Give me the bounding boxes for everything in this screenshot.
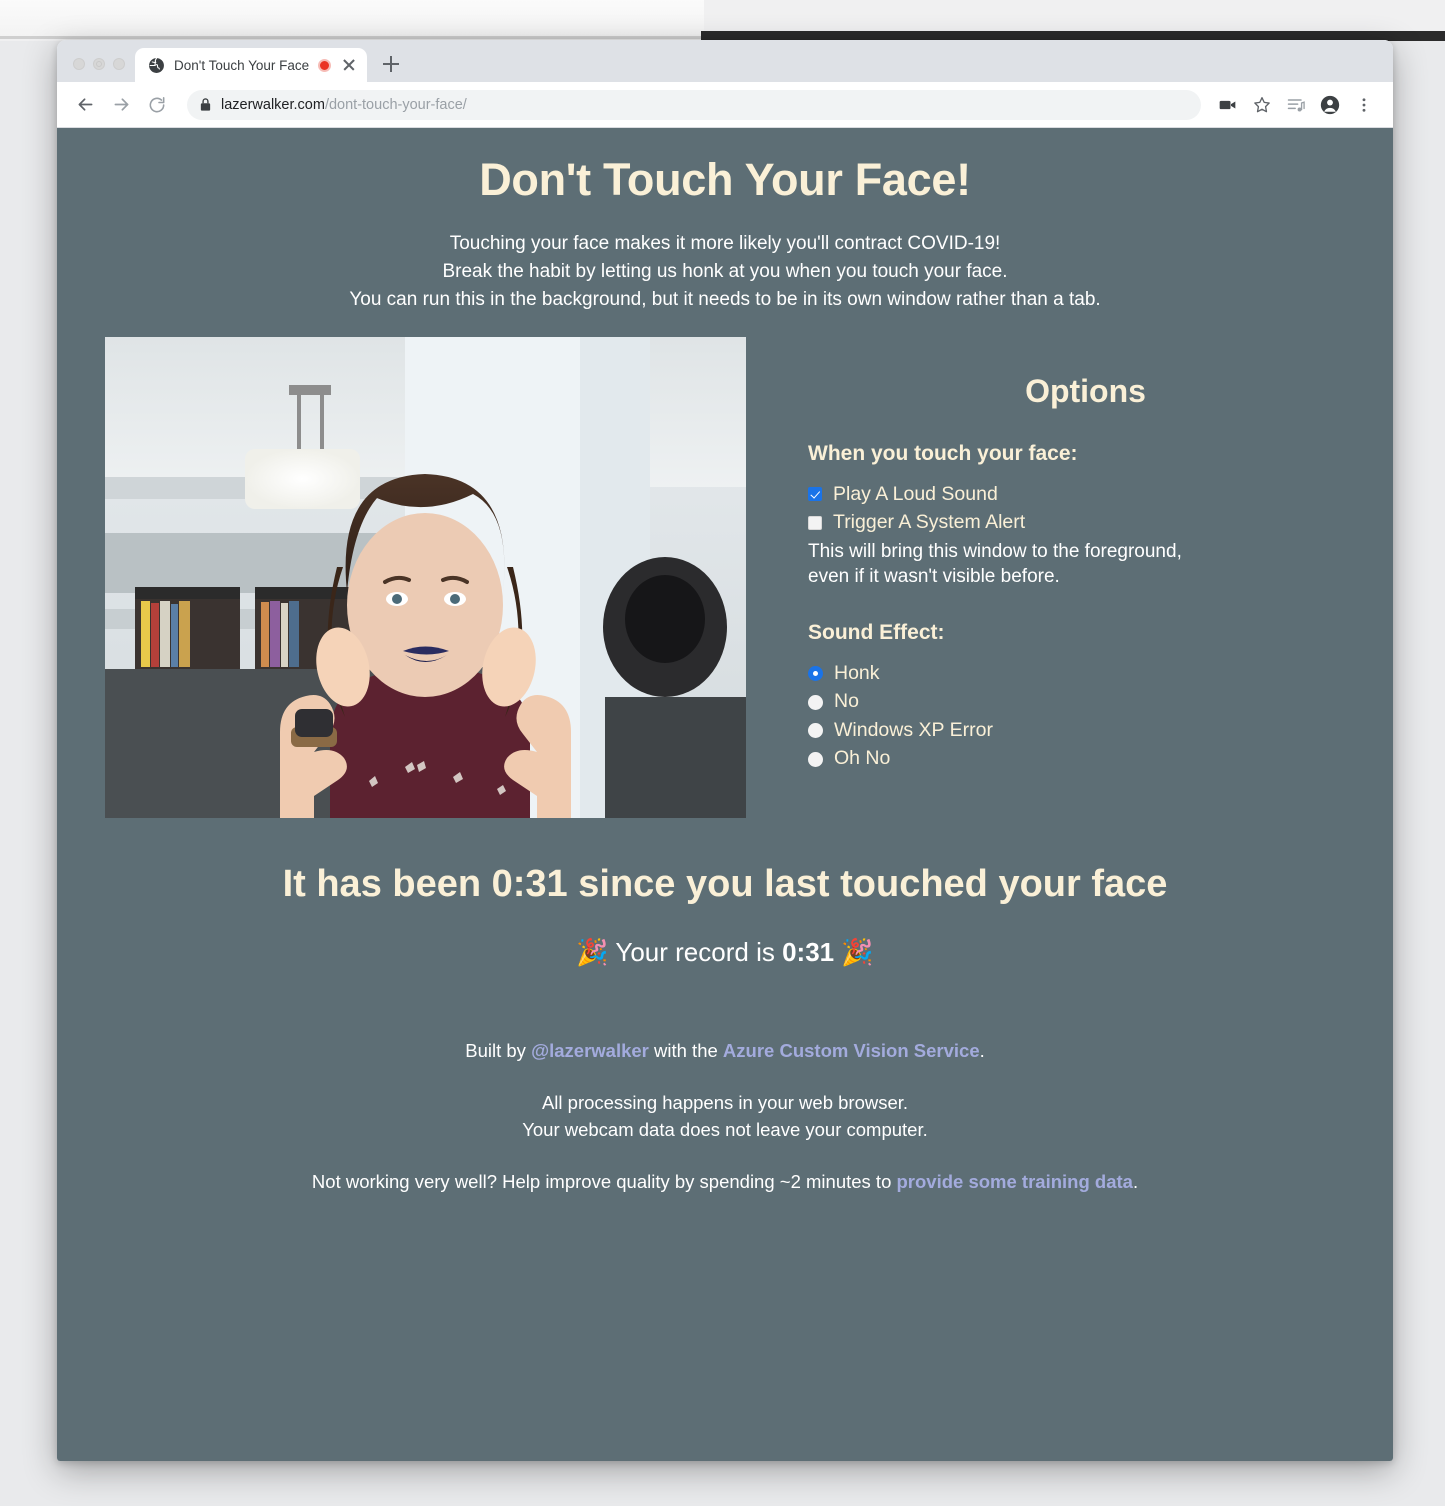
page-footer: Built by @lazerwalker with the Azure Cus… bbox=[57, 1038, 1393, 1195]
training-suffix: . bbox=[1132, 1170, 1139, 1192]
url-path: /dont-touch-your-face/ bbox=[324, 96, 467, 113]
privacy-line-2: Your webcam data does not leave your com… bbox=[522, 1118, 928, 1140]
close-window-button[interactable] bbox=[73, 58, 85, 70]
globe-icon bbox=[149, 57, 164, 73]
radio-label-honk: Honk bbox=[834, 662, 880, 685]
radio-label-windows-xp-error: Windows XP Error bbox=[834, 718, 993, 741]
options-heading: Options bbox=[1025, 372, 1146, 409]
credits-suffix: . bbox=[979, 1040, 985, 1062]
sound-effect-heading: Sound Effect: bbox=[808, 621, 945, 645]
touch-action-heading: When you touch your face: bbox=[808, 441, 1078, 465]
system-alert-note: This will bring this window to the foreg… bbox=[808, 541, 1182, 587]
options-column: Options When you touch your face: Play A… bbox=[746, 337, 1393, 777]
credits-prefix: Built by bbox=[465, 1040, 532, 1062]
privacy-line-1: All processing happens in your web brows… bbox=[541, 1092, 909, 1114]
maximize-window-button[interactable] bbox=[113, 58, 125, 70]
intro-line-3: You can run this in the background, but … bbox=[349, 288, 1101, 310]
radio-row-honk[interactable]: Honk bbox=[808, 662, 1363, 685]
training-prefix: Not working very well? Help improve qual… bbox=[311, 1170, 897, 1192]
intro-text: Touching your face makes it more likely … bbox=[57, 230, 1393, 314]
minimize-window-button[interactable] bbox=[93, 58, 105, 70]
sound-effect-radio-list: Honk No Windows XP Error Oh No bbox=[808, 662, 1363, 770]
reload-button[interactable] bbox=[141, 89, 173, 121]
browser-tab[interactable]: Don't Touch Your Face bbox=[135, 48, 368, 82]
back-button[interactable] bbox=[69, 89, 101, 121]
camera-glyph-icon bbox=[1219, 100, 1236, 109]
new-tab-button[interactable] bbox=[376, 49, 406, 79]
background-window-titlebar bbox=[0, 0, 704, 39]
radio-row-no[interactable]: No bbox=[808, 691, 1363, 712]
page-content: Don't Touch Your Face! Touching your fac… bbox=[57, 128, 1393, 1461]
radio-row-oh-no[interactable]: Oh No bbox=[808, 747, 1363, 770]
training-data-link[interactable]: provide some training data bbox=[897, 1171, 1133, 1192]
lock-icon bbox=[200, 98, 211, 111]
record-prefix: Your record is bbox=[615, 937, 783, 968]
radio-label-no: No bbox=[834, 690, 859, 713]
radio-windows-xp-error[interactable] bbox=[808, 723, 823, 739]
recording-dot-icon[interactable] bbox=[318, 58, 332, 72]
tab-title: Don't Touch Your Face bbox=[174, 57, 310, 73]
url-text: lazerwalker.com/dont-touch-your-face/ bbox=[221, 97, 467, 113]
browser-window: Don't Touch Your Face lazerwalker.com/do… bbox=[57, 40, 1393, 1461]
media-list-glyph-icon bbox=[1287, 98, 1305, 111]
star-glyph-icon bbox=[1254, 96, 1270, 112]
camera-icon[interactable] bbox=[1213, 90, 1243, 120]
credits-middle: with the bbox=[648, 1040, 723, 1062]
reload-icon bbox=[149, 96, 165, 112]
checkbox-label-play-loud-sound: Play A Loud Sound bbox=[833, 482, 998, 505]
arrow-right-icon bbox=[114, 98, 128, 111]
party-popper-icon-left: 🎉 bbox=[576, 937, 609, 968]
kebab-menu-icon[interactable] bbox=[1349, 90, 1379, 120]
checkbox-label-trigger-system-alert: Trigger A System Alert bbox=[833, 510, 1026, 533]
tab-strip: Don't Touch Your Face bbox=[57, 40, 1393, 82]
checkbox-row-system-alert[interactable]: Trigger A System Alert bbox=[808, 510, 1363, 533]
kebab-glyph-icon bbox=[1362, 97, 1366, 112]
action-checkbox-list: Play A Loud Sound Trigger A System Alert bbox=[808, 482, 1363, 534]
timer-headline: It has been 0:31 since you last touched … bbox=[57, 862, 1393, 908]
media-list-icon[interactable] bbox=[1281, 90, 1311, 120]
webcam-video-feed[interactable] bbox=[105, 336, 746, 818]
footer-spacer-1 bbox=[57, 1065, 1393, 1090]
address-bar[interactable]: lazerwalker.com/dont-touch-your-face/ bbox=[187, 89, 1201, 120]
main-columns: Options When you touch your face: Play A… bbox=[57, 336, 1393, 818]
browser-toolbar: lazerwalker.com/dont-touch-your-face/ bbox=[57, 82, 1393, 128]
credits-line: Built by @lazerwalker with the Azure Cus… bbox=[57, 1038, 1393, 1065]
desktop: Don't Touch Your Face lazerwalker.com/do… bbox=[0, 0, 1445, 1506]
radio-row-windows-xp-error[interactable]: Windows XP Error bbox=[808, 718, 1363, 741]
bookmark-star-icon[interactable] bbox=[1247, 90, 1277, 120]
radio-honk[interactable] bbox=[808, 666, 823, 682]
avatar-glyph-icon bbox=[1320, 95, 1340, 114]
record-value: 0:31 bbox=[782, 937, 835, 968]
footer-spacer-2 bbox=[57, 1144, 1393, 1169]
checkbox-play-loud-sound[interactable] bbox=[808, 487, 822, 502]
radio-no[interactable] bbox=[808, 694, 823, 710]
azure-service-link[interactable]: Azure Custom Vision Service bbox=[723, 1040, 980, 1061]
profile-avatar-icon[interactable] bbox=[1315, 90, 1345, 120]
page-title: Don't Touch Your Face! bbox=[479, 154, 971, 205]
party-popper-icon-right: 🎉 bbox=[841, 937, 874, 968]
close-icon[interactable] bbox=[340, 56, 358, 74]
intro-line-1: Touching your face makes it more likely … bbox=[449, 232, 1001, 254]
record-line: 🎉 Your record is 0:31 🎉 bbox=[57, 937, 1393, 968]
checkbox-row-play-sound[interactable]: Play A Loud Sound bbox=[808, 482, 1363, 505]
video-column bbox=[57, 336, 746, 818]
url-domain: lazerwalker.com bbox=[221, 96, 325, 113]
timer-text: It has been 0:31 since you last touched … bbox=[282, 862, 1168, 905]
training-data-line: Not working very well? Help improve qual… bbox=[57, 1169, 1393, 1196]
forward-button[interactable] bbox=[105, 89, 137, 121]
radio-label-oh-no: Oh No bbox=[834, 747, 891, 770]
checkbox-trigger-system-alert[interactable] bbox=[808, 515, 822, 530]
arrow-left-icon bbox=[78, 98, 92, 111]
radio-oh-no[interactable] bbox=[808, 751, 823, 767]
intro-line-2: Break the habit by letting us honk at yo… bbox=[442, 260, 1008, 282]
author-link[interactable]: @lazerwalker bbox=[531, 1040, 649, 1061]
window-controls bbox=[57, 58, 135, 82]
